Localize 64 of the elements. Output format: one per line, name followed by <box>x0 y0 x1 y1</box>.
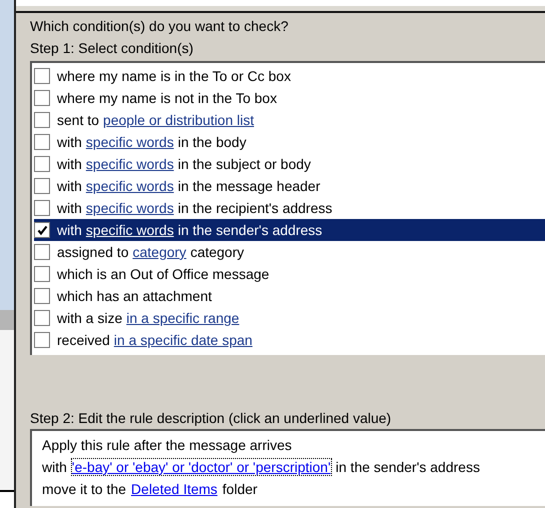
checkbox[interactable] <box>34 112 50 128</box>
condition-text: where my name is not in the To box <box>57 90 277 106</box>
condition-item[interactable]: with specific words in the body <box>34 131 545 153</box>
condition-text: in the sender's address <box>178 222 322 238</box>
condition-text: in the message header <box>178 178 320 194</box>
condition-text: with <box>57 134 82 150</box>
condition-link[interactable]: category <box>132 244 186 260</box>
condition-link[interactable]: people or distribution list <box>103 112 254 128</box>
condition-item[interactable]: with specific words in the recipient's address <box>34 197 545 219</box>
description-text: in the sender's address <box>336 459 480 475</box>
checkbox[interactable] <box>34 222 50 238</box>
condition-item[interactable]: which has an attachment <box>34 285 545 307</box>
condition-link[interactable]: in a specific date span <box>114 332 252 348</box>
condition-item[interactable]: with specific words in the sender's address <box>34 219 545 241</box>
description-text: Apply this rule after the message arrives <box>42 437 292 453</box>
condition-item[interactable]: which is an Out of Office message <box>34 263 545 285</box>
condition-text: received <box>57 332 110 348</box>
value-link[interactable]: 'e-bay' or 'ebay' or 'doctor' or 'perscription' <box>70 458 332 476</box>
condition-text: with <box>57 222 82 238</box>
condition-item[interactable]: sent to people or distribution list <box>34 109 545 131</box>
condition-text: with a size <box>57 310 122 326</box>
condition-item[interactable]: assigned to category category <box>34 241 545 263</box>
step-label: Step 1: Select condition(s) <box>30 39 194 58</box>
checkbox[interactable] <box>34 134 50 150</box>
checkbox[interactable] <box>34 310 50 326</box>
description-text: with <box>42 459 67 475</box>
checkbox[interactable] <box>34 68 50 84</box>
checkbox[interactable] <box>34 178 50 194</box>
condition-text: in the subject or body <box>178 156 311 172</box>
condition-item[interactable]: with specific words in the message header <box>34 175 545 197</box>
question-label: Which condition(s) do you want to check? <box>30 17 290 36</box>
checkbox[interactable] <box>34 266 50 282</box>
condition-text: assigned to <box>57 244 129 260</box>
description-text: folder <box>222 481 258 497</box>
condition-text: with <box>57 200 82 216</box>
condition-link[interactable]: specific words <box>86 156 174 172</box>
checkbox[interactable] <box>34 244 50 260</box>
condition-item[interactable]: with specific words in the subject or body <box>34 153 545 175</box>
condition-link[interactable]: specific words <box>86 200 174 216</box>
condition-text: which has an attachment <box>57 288 212 304</box>
step-label: Step 2: Edit the rule description (click an underlined value) <box>30 409 392 428</box>
condition-text: in the recipient's address <box>178 200 332 216</box>
condition-item[interactable]: where my name is in the To or Cc box <box>34 65 545 87</box>
description-text: move it to the <box>42 481 126 497</box>
condition-item[interactable]: with a size in a specific range <box>34 307 545 329</box>
checkbox[interactable] <box>34 288 50 304</box>
condition-text: which is an Out of Office message <box>57 266 270 282</box>
checkbox[interactable] <box>34 90 50 106</box>
condition-link[interactable]: specific words <box>86 222 174 238</box>
value-link[interactable]: Deleted Items <box>130 480 218 498</box>
condition-text: where my name is in the To or Cc box <box>57 68 291 84</box>
condition-link[interactable]: in a specific range <box>126 310 240 326</box>
condition-link[interactable]: specific words <box>86 178 174 194</box>
condition-text: in the body <box>178 134 246 150</box>
checkbox[interactable] <box>34 332 50 348</box>
condition-item[interactable]: received in a specific date span <box>34 329 545 351</box>
condition-text: with <box>57 178 82 194</box>
condition-text: sent to <box>57 112 100 128</box>
condition-text: category <box>190 244 244 260</box>
condition-item[interactable]: where my name is not in the To box <box>34 87 545 109</box>
checkbox[interactable] <box>34 156 50 172</box>
condition-text: with <box>57 156 82 172</box>
checkbox[interactable] <box>34 200 50 216</box>
condition-link[interactable]: specific words <box>86 134 174 150</box>
